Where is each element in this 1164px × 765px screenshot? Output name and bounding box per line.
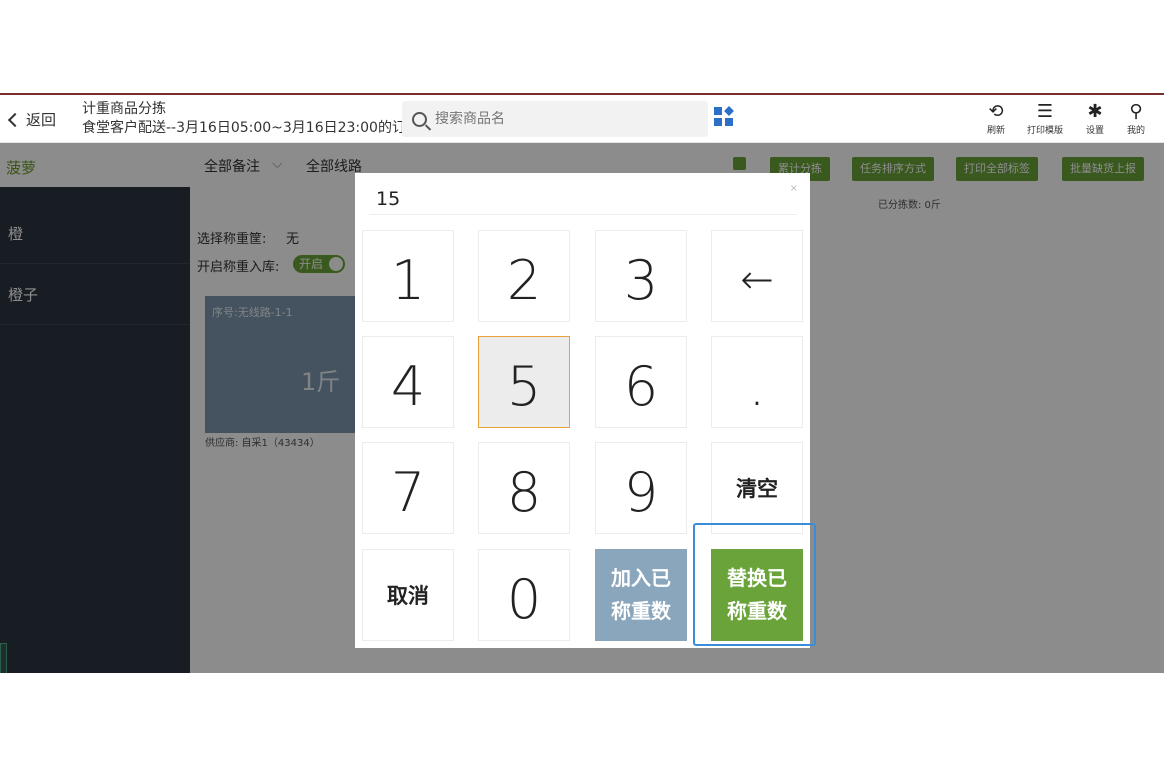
focus-ring — [693, 523, 816, 646]
keypad-dialog: 15 × 1 2 3 ← 4 5 6 . 7 8 9 清空 取消 0 加入已 称… — [355, 173, 816, 648]
refresh-icon: ⟲ — [988, 101, 1004, 122]
keypad-display: 15 — [369, 183, 797, 215]
server-icon: ☰ — [1036, 101, 1054, 122]
backspace-key[interactable]: ← — [711, 230, 803, 322]
key-3[interactable]: 3 — [595, 230, 687, 322]
top-bar: 返回 计重商品分拣 食堂客户配送--3月16日05:00~3月16日23:00的… — [0, 95, 1164, 143]
key-1[interactable]: 1 — [362, 230, 454, 322]
back-label: 返回 — [26, 111, 57, 129]
apps-grid-icon[interactable] — [713, 106, 735, 128]
key-5[interactable]: 5 — [478, 336, 570, 428]
refresh-button[interactable]: ⟲ 刷新 — [974, 101, 1018, 136]
key-4[interactable]: 4 — [362, 336, 454, 428]
key-6[interactable]: 6 — [595, 336, 687, 428]
gear-icon: ✱ — [1087, 101, 1103, 122]
key-8[interactable]: 8 — [478, 442, 570, 534]
page-title-block: 计重商品分拣 食堂客户配送--3月16日05:00~3月16日23:00的订单 — [82, 100, 420, 138]
page-title: 计重商品分拣 — [82, 101, 166, 117]
page-subtitle: 食堂客户配送--3月16日05:00~3月16日23:00的订单 — [82, 120, 420, 136]
chevron-left-icon — [7, 112, 23, 128]
decimal-key[interactable]: . — [711, 336, 803, 428]
key-7[interactable]: 7 — [362, 442, 454, 534]
profile-button[interactable]: ⚲ 我的 — [1114, 101, 1158, 136]
clear-key[interactable]: 清空 — [711, 442, 803, 534]
search-input[interactable] — [435, 111, 685, 127]
cancel-button[interactable]: 取消 — [362, 549, 454, 641]
user-icon: ⚲ — [1129, 101, 1143, 122]
search-icon — [412, 111, 427, 127]
settings-button[interactable]: ✱ 设置 — [1073, 101, 1117, 136]
key-0[interactable]: 0 — [478, 549, 570, 641]
close-icon[interactable]: × — [790, 183, 798, 194]
key-2[interactable]: 2 — [478, 230, 570, 322]
key-9[interactable]: 9 — [595, 442, 687, 534]
app-screen: 返回 计重商品分拣 食堂客户配送--3月16日05:00~3月16日23:00的… — [0, 93, 1164, 673]
search-box[interactable] — [402, 101, 708, 137]
add-weighed-button[interactable]: 加入已 称重数 — [595, 549, 687, 641]
back-button[interactable]: 返回 — [7, 109, 57, 130]
print-template-button[interactable]: ☰ 打印模版 — [1023, 101, 1067, 136]
